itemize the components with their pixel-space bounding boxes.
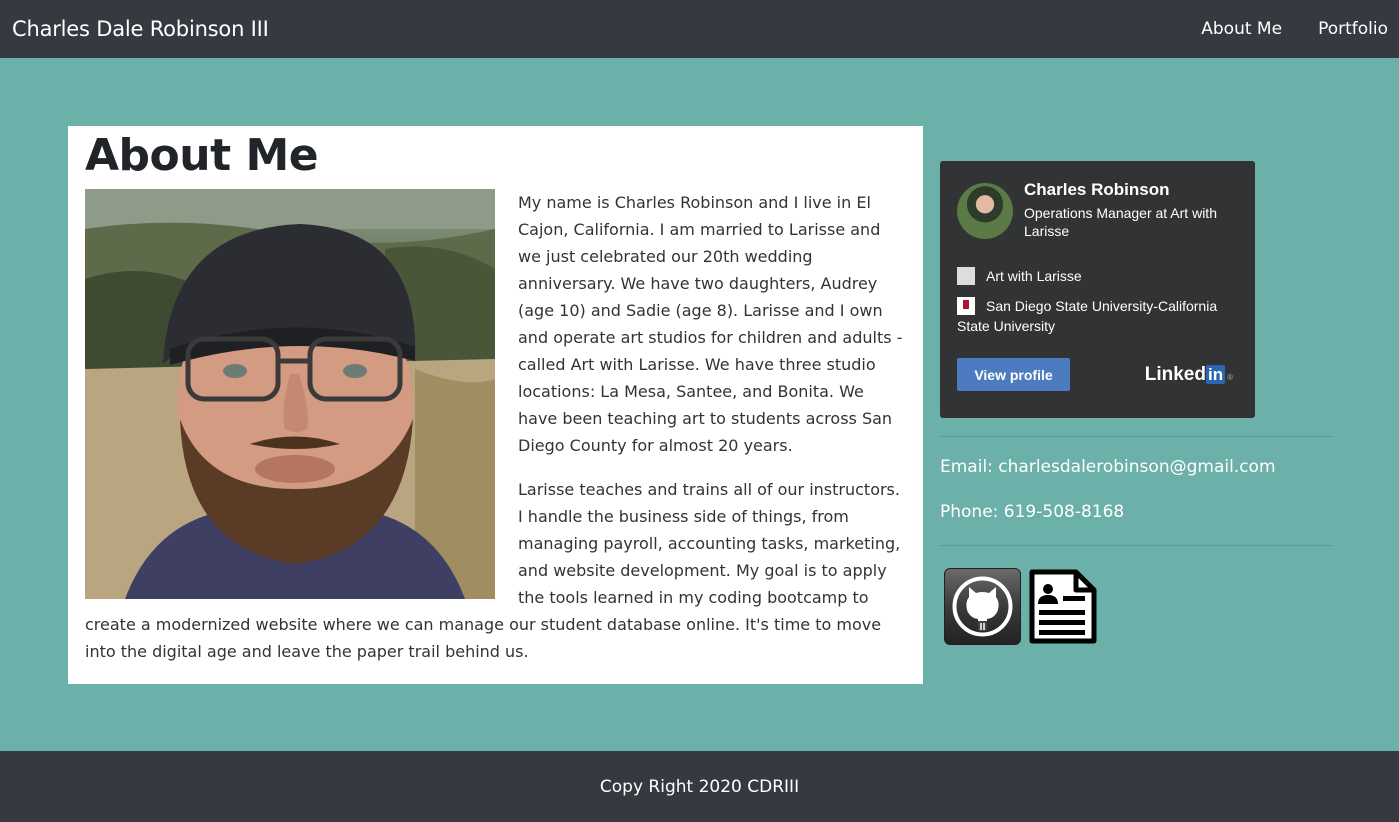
brand-link[interactable]: Charles Dale Robinson III <box>12 17 269 41</box>
linkedin-logo[interactable]: Linked in ® <box>1145 364 1233 386</box>
linkedin-avatar[interactable] <box>957 183 1013 239</box>
navbar: Charles Dale Robinson III About Me Portf… <box>0 0 1399 58</box>
github-icon-graphic <box>952 576 1013 637</box>
linkedin-company-row[interactable]: Art with Larisse <box>957 266 1239 286</box>
resume-icon[interactable] <box>1028 568 1098 645</box>
linkedin-logo-text: Linked <box>1144 363 1206 385</box>
nav-about-me-link[interactable]: About Me <box>1201 19 1282 39</box>
about-text: My name is Charles Robinson and I live i… <box>85 189 906 665</box>
email-text: Email: charlesdalerobinson@gmail.com <box>940 457 1276 477</box>
footer: Copy Right 2020 CDRIII <box>0 751 1399 822</box>
company-logo-icon <box>957 267 975 285</box>
linkedin-school-row[interactable]: San Diego State University-California St… <box>957 296 1239 336</box>
linkedin-headline: Operations Manager at Art with Larisse <box>1024 205 1217 239</box>
school-logo-icon <box>957 297 975 315</box>
linkedin-company: Art with Larisse <box>986 268 1082 284</box>
github-icon[interactable] <box>944 568 1021 645</box>
about-card: About Me My name is Charles Robinson and… <box>68 126 923 684</box>
view-profile-button[interactable]: View profile <box>957 358 1070 391</box>
profile-photo-illustration <box>85 189 495 599</box>
resume-icon-graphic <box>1029 569 1097 644</box>
about-title: About Me <box>85 130 319 181</box>
linkedin-school: San Diego State University-California St… <box>957 298 1218 334</box>
linkedin-badge: Charles Robinson Operations Manager at A… <box>940 161 1255 418</box>
footer-text: Copy Right 2020 CDRIII <box>599 776 800 797</box>
linkedin-logo-mark: ® <box>1227 372 1233 382</box>
profile-photo <box>85 189 495 599</box>
linkedin-footer: View profile Linked in ® <box>957 358 1239 391</box>
linkedin-logo-in: in <box>1205 364 1226 384</box>
divider <box>940 436 1333 437</box>
nav-links: About Me Portfolio <box>1201 19 1388 39</box>
phone-text: Phone: 619-508-8168 <box>940 502 1125 522</box>
linkedin-name[interactable]: Charles Robinson <box>1024 180 1239 200</box>
divider <box>940 545 1333 546</box>
nav-portfolio-link[interactable]: Portfolio <box>1318 19 1388 39</box>
linkedin-header: Charles Robinson Operations Manager at A… <box>957 180 1239 240</box>
